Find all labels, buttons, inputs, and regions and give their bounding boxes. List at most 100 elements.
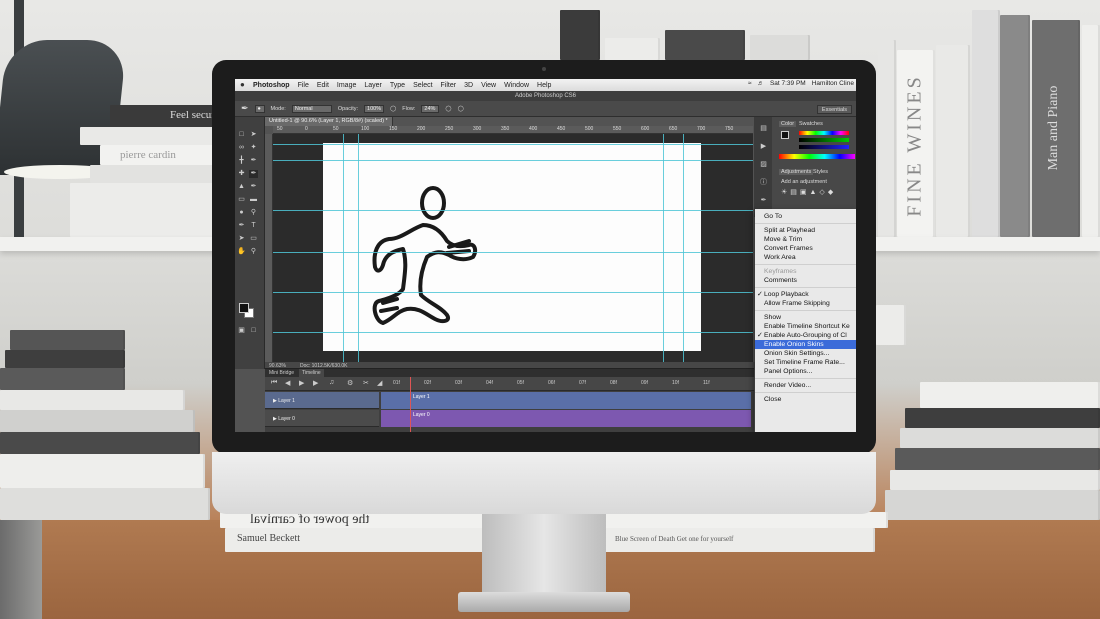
pen-tool-icon[interactable]: ✒ bbox=[237, 222, 246, 230]
opacity-field[interactable]: 100% bbox=[364, 104, 385, 113]
menu-image[interactable]: Image bbox=[337, 82, 356, 89]
guide-horizontal[interactable] bbox=[273, 144, 753, 145]
guide-horizontal[interactable] bbox=[273, 160, 753, 161]
menu-item-allow-frame-skipping[interactable]: Allow Frame Skipping bbox=[755, 299, 856, 308]
marquee-tool-icon[interactable]: □ bbox=[237, 131, 246, 139]
adjustment-icons[interactable]: ☀▤▣▲◇◆ bbox=[781, 188, 836, 196]
menu-window[interactable]: Window bbox=[504, 82, 529, 89]
menu-item-set-timeline-frame-rate[interactable]: Set Timeline Frame Rate... bbox=[755, 358, 856, 367]
info-panel-icon[interactable]: ⓘ bbox=[759, 179, 768, 187]
guide-vertical[interactable] bbox=[683, 134, 684, 362]
gradient-tool-icon[interactable]: ▬ bbox=[249, 196, 258, 204]
guide-horizontal[interactable] bbox=[273, 332, 753, 333]
menu-file[interactable]: File bbox=[298, 82, 309, 89]
clip-layer-1[interactable]: Layer 1 bbox=[381, 392, 751, 409]
menu-item-enable-timeline-shortcut-ke[interactable]: Enable Timeline Shortcut Ke bbox=[755, 322, 856, 331]
move-tool-icon[interactable]: ➤ bbox=[249, 131, 258, 139]
path-select-icon[interactable]: ➤ bbox=[237, 235, 246, 243]
menu-item-enable-auto-grouping-of-cl[interactable]: ✓ Enable Auto-Grouping of Cl bbox=[755, 331, 856, 340]
menu-type[interactable]: Type bbox=[390, 82, 405, 89]
menu-item-work-area[interactable]: Work Area bbox=[755, 253, 856, 262]
menu-layer[interactable]: Layer bbox=[364, 82, 382, 89]
color-spectrum[interactable] bbox=[779, 154, 855, 159]
menu-clock[interactable]: Sat 7:39 PM bbox=[770, 80, 806, 87]
eyedropper-tool-icon[interactable]: ✒ bbox=[249, 157, 258, 165]
menu-item-close[interactable]: Close bbox=[755, 395, 856, 404]
flow-field[interactable]: 24% bbox=[421, 104, 440, 113]
menu-item-panel-options[interactable]: Panel Options... bbox=[755, 367, 856, 376]
menu-item-render-video[interactable]: Render Video... bbox=[755, 381, 856, 390]
menu-item-convert-frames[interactable]: Convert Frames bbox=[755, 244, 856, 253]
apple-menu-icon[interactable]: ● bbox=[240, 80, 245, 89]
hand-tool-icon[interactable]: ✋ bbox=[237, 248, 246, 256]
lasso-tool-icon[interactable]: ∞ bbox=[237, 144, 246, 152]
document-tab[interactable]: Untitled-1 @ 90.6% (Layer 1, RGB/8#) (sc… bbox=[265, 117, 393, 126]
airbrush-icon[interactable]: ◯ bbox=[445, 106, 451, 112]
menu-item-split-at-playhead[interactable]: Split at Playhead bbox=[755, 226, 856, 235]
menu-item-loop-playback[interactable]: ✓ Loop Playback bbox=[755, 290, 856, 299]
screen-mode-icon[interactable]: □ bbox=[249, 327, 258, 335]
guide-vertical[interactable] bbox=[343, 134, 344, 362]
tab-adjustments[interactable]: Adjustments bbox=[779, 169, 814, 175]
guide-horizontal[interactable] bbox=[273, 252, 753, 253]
history-brush-icon[interactable]: ✒ bbox=[249, 183, 258, 191]
settings-gear-icon[interactable]: ⚙ bbox=[347, 379, 353, 387]
workspace-switcher[interactable]: Essentials bbox=[816, 105, 852, 114]
menu-filter[interactable]: Filter bbox=[441, 82, 457, 89]
menu-select[interactable]: Select bbox=[413, 82, 432, 89]
document-canvas[interactable] bbox=[323, 143, 701, 351]
split-icon[interactable]: ✂ bbox=[363, 379, 369, 387]
menu-item-go-to[interactable]: Go To bbox=[755, 212, 856, 221]
eraser-tool-icon[interactable]: ▭ bbox=[237, 196, 246, 204]
red-slider[interactable] bbox=[799, 131, 849, 135]
quick-mask-icon[interactable]: ▣ bbox=[237, 327, 246, 335]
mode-select[interactable]: Normal bbox=[291, 104, 332, 113]
guide-vertical[interactable] bbox=[358, 134, 359, 362]
track-layer-0[interactable]: ▶ Layer 0 bbox=[265, 410, 379, 427]
brush-tool-icon[interactable]: ✒ bbox=[249, 170, 258, 178]
blue-slider[interactable] bbox=[799, 145, 849, 149]
clone-stamp-icon[interactable]: ▲ bbox=[237, 183, 246, 191]
foreground-color-swatch[interactable] bbox=[239, 303, 249, 313]
menu-edit[interactable]: Edit bbox=[317, 82, 329, 89]
next-frame-icon[interactable]: ▶ bbox=[313, 379, 318, 387]
tab-mini-bridge[interactable]: Mini Bridge bbox=[269, 369, 294, 377]
wifi-icon[interactable]: ≈ bbox=[748, 80, 752, 87]
blur-tool-icon[interactable]: ● bbox=[237, 209, 246, 217]
shape-tool-icon[interactable]: ▭ bbox=[249, 235, 258, 243]
quick-select-tool-icon[interactable]: ✦ bbox=[249, 144, 258, 152]
crop-tool-icon[interactable]: ╋ bbox=[237, 157, 246, 165]
menu-item-onion-skin-settings[interactable]: Onion Skin Settings... bbox=[755, 349, 856, 358]
menu-item-enable-onion-skins[interactable]: Enable Onion Skins bbox=[755, 340, 856, 349]
dodge-tool-icon[interactable]: ⚲ bbox=[249, 209, 258, 217]
audio-icon[interactable]: ♫ bbox=[329, 379, 334, 386]
tab-styles[interactable]: Styles bbox=[813, 169, 828, 175]
menu-app-name[interactable]: Photoshop bbox=[253, 82, 290, 89]
menu-item-move-trim[interactable]: Move & Trim bbox=[755, 235, 856, 244]
track-expand-icon[interactable]: ▶ bbox=[273, 416, 277, 422]
clip-layer-0[interactable]: Layer 0 bbox=[381, 410, 751, 427]
tab-swatches[interactable]: Swatches bbox=[799, 121, 823, 127]
guide-vertical[interactable] bbox=[663, 134, 664, 362]
pressure-size-icon[interactable]: ◯ bbox=[458, 106, 464, 112]
color-fg-swatch[interactable] bbox=[781, 131, 789, 139]
guide-horizontal[interactable] bbox=[273, 210, 753, 211]
menu-item-comments[interactable]: Comments bbox=[755, 276, 856, 285]
pressure-opacity-icon[interactable]: ◯ bbox=[390, 106, 396, 112]
track-layer-1[interactable]: ▶ Layer 1 bbox=[265, 392, 379, 409]
actions-panel-icon[interactable]: ▶ bbox=[759, 143, 768, 151]
menu-3d[interactable]: 3D bbox=[464, 82, 473, 89]
type-tool-icon[interactable]: T bbox=[249, 222, 258, 230]
tab-timeline[interactable]: Timeline bbox=[299, 369, 324, 377]
layers-panel-icon[interactable]: ▨ bbox=[759, 161, 768, 169]
playhead[interactable] bbox=[410, 377, 411, 432]
brush-tool-icon[interactable]: ✒ bbox=[241, 103, 249, 114]
menu-item-show[interactable]: Show bbox=[755, 313, 856, 322]
zoom-tool-icon[interactable]: ⚲ bbox=[249, 248, 258, 256]
brush-size-picker[interactable]: ● bbox=[254, 104, 265, 113]
time-ruler[interactable]: 01f 02f 03f 04f 05f 06f 07f 08f 09f 10f 11f bbox=[379, 377, 751, 391]
menu-view[interactable]: View bbox=[481, 82, 496, 89]
track-expand-icon[interactable]: ▶ bbox=[273, 398, 277, 404]
brush-panel-icon[interactable]: ✒ bbox=[759, 197, 768, 205]
canvas-area[interactable] bbox=[273, 134, 753, 362]
